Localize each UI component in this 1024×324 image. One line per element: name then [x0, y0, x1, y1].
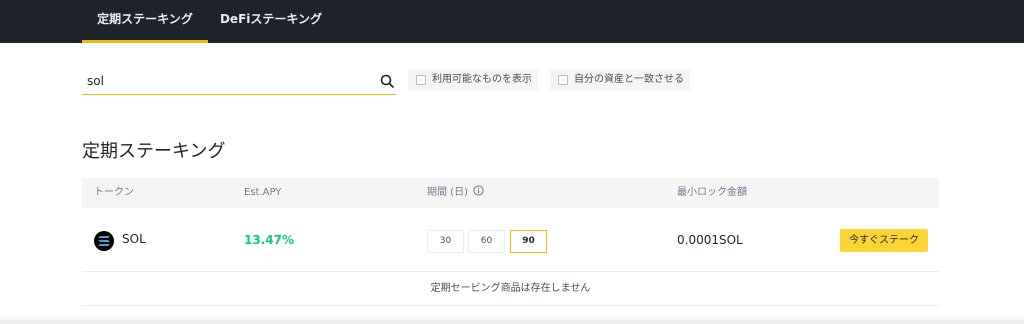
filter-available-only[interactable]: 利用可能なものを表示 — [408, 69, 538, 91]
search-box — [82, 67, 396, 95]
header-min-lock: 最小ロック金額 — [677, 187, 747, 198]
apy-value: 13.47% — [244, 233, 294, 247]
header-token: トークン — [94, 187, 134, 198]
top-nav-bar: 定期ステーキング DeFiステーキング — [0, 0, 1024, 43]
header-apy: Est.APY — [244, 187, 282, 198]
header-duration: 期間 (日) — [427, 178, 484, 208]
filter-available-only-label: 利用可能なものを表示 — [432, 74, 532, 85]
tab-defi-staking[interactable]: DeFiステーキング — [208, 0, 334, 43]
stake-now-button[interactable]: 今すぐステーク — [840, 229, 928, 252]
search-icon[interactable] — [380, 73, 394, 88]
sol-coin-icon — [94, 231, 114, 251]
duration-option-90[interactable]: 90 — [510, 230, 547, 253]
bottom-divider — [0, 314, 1024, 324]
duration-option-60[interactable]: 60 — [468, 230, 505, 253]
table-header: トークン Est.APY 期間 (日) 最小ロック金額 — [82, 178, 939, 208]
search-input[interactable] — [87, 71, 367, 91]
tab-locked-staking[interactable]: 定期ステーキング — [82, 0, 208, 43]
token-name: SOL — [122, 232, 146, 246]
header-duration-label: 期間 (日) — [427, 187, 468, 198]
info-icon[interactable] — [473, 185, 484, 196]
min-lock-value: 0.0001SOL — [677, 233, 743, 247]
checkbox-match-assets[interactable] — [558, 75, 568, 85]
empty-savings-note: 定期セービング商品は存在しません — [82, 272, 939, 306]
duration-option-30[interactable]: 30 — [427, 230, 464, 253]
filter-match-assets-label: 自分の資産と一致させる — [574, 74, 684, 85]
table-row: SOL 13.47% 30 60 90 0.0001SOL 今すぐステーク — [82, 208, 939, 272]
section-title: 定期ステーキング — [82, 141, 226, 162]
checkbox-available-only[interactable] — [416, 75, 426, 85]
filter-match-assets[interactable]: 自分の資産と一致させる — [550, 69, 690, 91]
